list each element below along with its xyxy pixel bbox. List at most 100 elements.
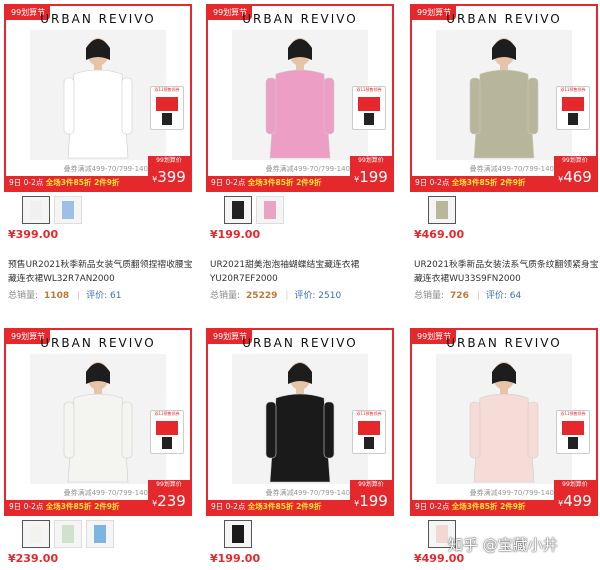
model-figure — [436, 354, 572, 484]
color-swatch-thumb[interactable] — [54, 520, 82, 548]
promo-bar: 9日 0-2点 全场3件85折 2件9折 — [412, 500, 554, 514]
swatch-color — [30, 201, 42, 219]
review-count-link[interactable]: 评价: 2510 — [294, 291, 341, 301]
product-title-link[interactable]: UR2021秋季新品女装法系气质条纹翻领紧身宝藏连衣裙WU33S9FN2000 — [414, 258, 600, 286]
review-count-link[interactable]: 评价: 64 — [486, 291, 521, 301]
product-title-link[interactable]: UR2021甜美泡泡袖蝴蝶结宝藏连衣裙YU20R7EF2000 — [210, 258, 396, 286]
model-photo — [30, 30, 166, 160]
sales-count: 726 — [450, 291, 469, 301]
promo-bar-highlight: 全场3件85折 2件9折 — [451, 178, 526, 187]
sales-label: 总销量: — [414, 291, 445, 301]
promo-bar-highlight: 全场3件85折 2件9折 — [45, 502, 120, 511]
coupon-line: 叠券满减499-70/799-140 — [412, 164, 554, 174]
promo-bar-prefix: 9日 0-2点 — [9, 502, 44, 511]
sales-count: 1108 — [44, 291, 70, 301]
sticker-dress-icon — [364, 113, 374, 125]
color-swatches — [22, 520, 118, 548]
model-figure — [30, 354, 166, 484]
product-price: ¥399.00 — [8, 228, 59, 241]
brand-logo: URBAN REVIVO — [242, 336, 358, 350]
sticker-red-block — [562, 421, 584, 435]
promo-price-tag: 99划算价 ¥499 — [554, 480, 596, 514]
swatch-color — [30, 525, 42, 543]
color-swatch-thumb[interactable] — [22, 196, 50, 224]
promo-price-tag: 99划算价 ¥199 — [350, 156, 392, 190]
promo-sticker: 双11预售领券 — [352, 86, 386, 130]
promo-sticker: 双11预售领券 — [150, 86, 184, 130]
model-figure — [232, 354, 368, 484]
promo-bar-prefix: 9日 0-2点 — [415, 178, 450, 187]
promo-price-value: 469 — [563, 168, 592, 186]
promo-bar-highlight: 全场3件85折 2件9折 — [451, 502, 526, 511]
coupon-line: 叠券满减499-70/799-140 — [6, 488, 148, 498]
color-swatch-thumb[interactable] — [224, 520, 252, 548]
promo-price-tag: 99划算价 ¥469 — [554, 156, 596, 190]
product-stats: 总销量: 25229 | 评价: 2510 — [210, 288, 341, 301]
sticker-text: 双11预售领券 — [154, 411, 180, 416]
product-image-frame[interactable]: 99划算节 URBAN REVIVO 双11预售领券 叠券满减499-70/79… — [206, 4, 394, 192]
brand-logo: URBAN REVIVO — [446, 336, 562, 350]
coupon-line: 叠券满减499-70/799-140 — [208, 164, 350, 174]
brand-logo: URBAN REVIVO — [446, 12, 562, 26]
color-swatches — [224, 520, 256, 548]
review-count-link[interactable]: 评价: 61 — [86, 291, 121, 301]
brand-logo: URBAN REVIVO — [40, 12, 156, 26]
color-swatch-thumb[interactable] — [224, 196, 252, 224]
product-image-frame[interactable]: 99划算节 URBAN REVIVO 双11预售领券 叠券满减499-70/79… — [4, 4, 192, 192]
promo-bar-prefix: 9日 0-2点 — [9, 178, 44, 187]
swatch-color — [62, 525, 74, 543]
model-photo — [232, 354, 368, 484]
color-swatches — [224, 196, 288, 224]
promo-bar-highlight: 全场3件85折 2件9折 — [247, 502, 322, 511]
promo-price-value: 239 — [157, 492, 186, 510]
color-swatch-thumb[interactable] — [86, 520, 114, 548]
promo-price-amount: ¥499 — [554, 488, 596, 514]
model-photo — [30, 354, 166, 484]
swatch-color — [264, 201, 276, 219]
promo-price-amount: ¥199 — [350, 488, 392, 514]
brand-logo: URBAN REVIVO — [40, 336, 156, 350]
swatch-color — [94, 525, 106, 543]
color-swatch-thumb[interactable] — [54, 196, 82, 224]
sticker-text: 双11预售领券 — [560, 87, 586, 92]
promo-price-amount: ¥239 — [148, 488, 190, 514]
promo-bar: 9日 0-2点 全场3件85折 2件9折 — [6, 176, 148, 190]
sales-label: 总销量: — [8, 291, 39, 301]
product-price: ¥199.00 — [210, 228, 261, 241]
promo-sticker: 双11预售领券 — [150, 410, 184, 454]
sales-label: 总销量: — [210, 291, 241, 301]
sticker-text: 双11预售领券 — [560, 411, 586, 416]
product-image-frame[interactable]: 99划算节 URBAN REVIVO 双11预售领券 叠券满减499-70/79… — [410, 328, 598, 516]
promo-price-label: 99划算价 — [554, 480, 596, 489]
stats-divider: | — [476, 291, 480, 301]
promo-sticker: 双11预售领券 — [556, 86, 590, 130]
swatch-color — [436, 525, 448, 543]
sticker-red-block — [562, 97, 584, 111]
promo-price-value: 399 — [157, 168, 186, 186]
sticker-dress-icon — [364, 437, 374, 449]
product-image-frame[interactable]: 99划算节 URBAN REVIVO 双11预售领券 叠券满减499-70/79… — [206, 328, 394, 516]
model-figure — [30, 30, 166, 160]
promo-bar-prefix: 9日 0-2点 — [211, 502, 246, 511]
swatch-color — [232, 525, 244, 543]
color-swatch-thumb[interactable] — [428, 196, 456, 224]
promo-price-value: 499 — [563, 492, 592, 510]
model-figure — [232, 30, 368, 160]
promo-sticker: 双11预售领券 — [352, 410, 386, 454]
product-stats: 总销量: 1108 | 评价: 61 — [8, 288, 122, 301]
promo-price-tag: 99划算价 ¥399 — [148, 156, 190, 190]
color-swatch-thumb[interactable] — [256, 196, 284, 224]
swatch-color — [436, 201, 448, 219]
product-image-frame[interactable]: 99划算节 URBAN REVIVO 双11预售领券 叠券满减499-70/79… — [410, 4, 598, 192]
sticker-dress-icon — [568, 113, 578, 125]
color-swatch-thumb[interactable] — [22, 520, 50, 548]
promo-price-value: 199 — [359, 168, 388, 186]
zhihu-watermark: 知乎 @宝藏小井 — [448, 536, 558, 554]
product-image-frame[interactable]: 99划算节 URBAN REVIVO 双11预售领券 叠券满减499-70/79… — [4, 328, 192, 516]
product-stats: 总销量: 726 | 评价: 64 — [414, 288, 521, 301]
promo-price-label: 99划算价 — [350, 156, 392, 165]
color-swatches — [22, 196, 86, 224]
sticker-red-block — [156, 421, 178, 435]
product-title-link[interactable]: 预售UR2021秋季新品女装气质翻领捏褶收腰宝藏连衣裙WL32R7AN2000 — [8, 258, 194, 286]
sticker-dress-icon — [568, 437, 578, 449]
